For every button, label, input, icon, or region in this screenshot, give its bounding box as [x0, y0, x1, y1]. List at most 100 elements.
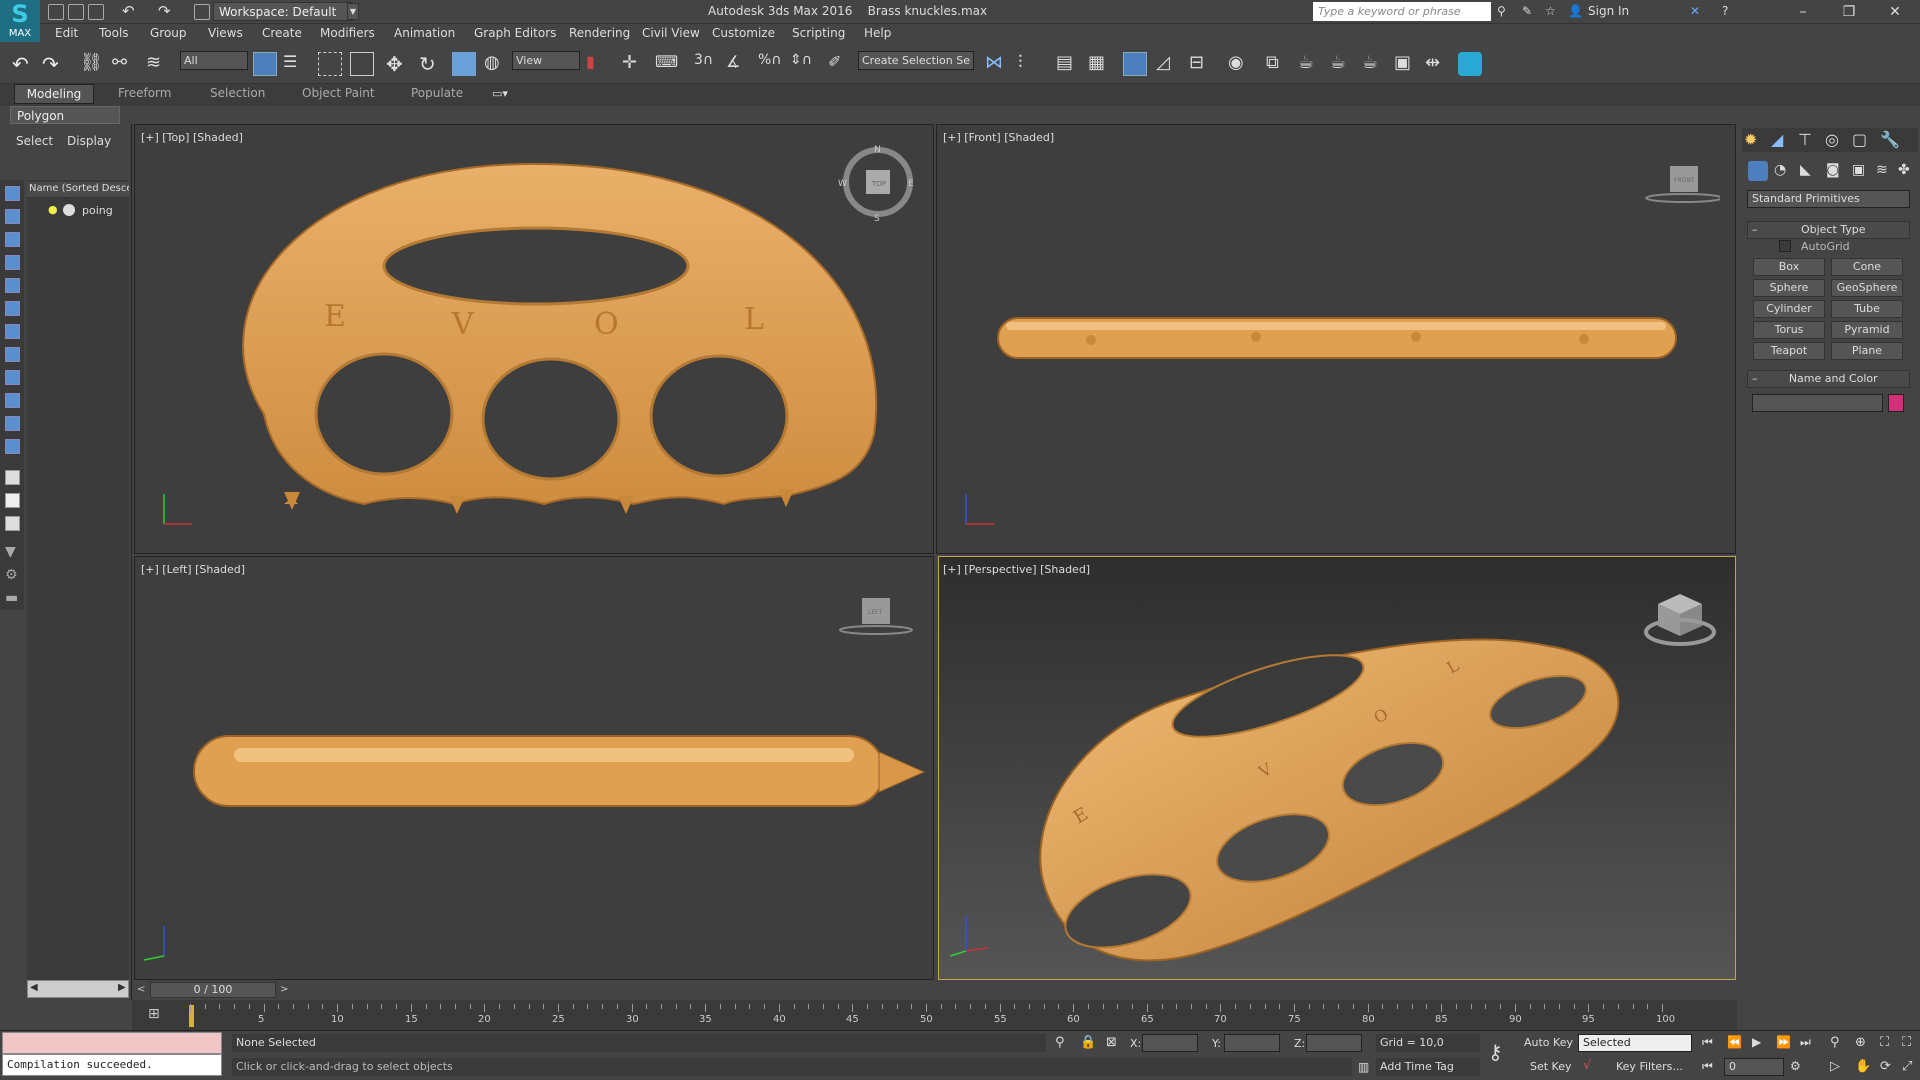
space-warps-category-icon[interactable]: ≋: [1876, 162, 1888, 178]
menu-edit[interactable]: Edit: [55, 26, 78, 40]
add-time-tag-button[interactable]: Add Time Tag: [1376, 1058, 1480, 1076]
rotate-icon[interactable]: ↻: [419, 52, 443, 76]
menu-scripting[interactable]: Scripting: [792, 26, 845, 40]
place-icon[interactable]: ◍: [484, 52, 508, 76]
torus-button[interactable]: Torus: [1753, 321, 1825, 339]
communication-center-icon[interactable]: ✎: [1522, 4, 1532, 18]
project-folder-icon[interactable]: [194, 4, 210, 20]
render-production-icon[interactable]: ☕: [1330, 52, 1354, 76]
mini-curve-editor-icon[interactable]: ⊞: [148, 1006, 160, 1022]
play-icon[interactable]: ▶: [1752, 1035, 1761, 1049]
display-geometry-icon[interactable]: [5, 186, 20, 201]
render-activeshade-icon[interactable]: ▣: [1394, 52, 1418, 76]
key-mode-dropdown[interactable]: Selected: [1578, 1034, 1692, 1052]
workspace-dropdown[interactable]: Workspace: Default: [213, 2, 353, 21]
display-containers-icon[interactable]: [5, 393, 20, 408]
tab-freeform[interactable]: Freeform: [118, 86, 171, 100]
maximize-viewport-icon[interactable]: ⤢: [1902, 1059, 1912, 1074]
redo-icon[interactable]: ↷: [158, 2, 171, 20]
set-key-button[interactable]: Set Key: [1530, 1060, 1572, 1073]
display-helpers-icon[interactable]: [5, 278, 20, 293]
systems-category-icon[interactable]: ✤: [1898, 162, 1910, 178]
motion-tab-icon[interactable]: ◎: [1825, 130, 1839, 149]
polygon-modeling-panel[interactable]: Polygon Modeling: [10, 106, 120, 137]
pan-view-icon[interactable]: ✋: [1855, 1059, 1871, 1074]
search-input[interactable]: Type a keyword or phrase: [1313, 2, 1491, 21]
y-coordinate-input[interactable]: [1224, 1034, 1280, 1052]
percent-snap-icon[interactable]: %∩: [758, 52, 782, 76]
utilities-tab-icon[interactable]: 🔧: [1880, 130, 1900, 149]
display-bones-icon[interactable]: [5, 370, 20, 385]
object-color-swatch[interactable]: [1888, 394, 1904, 412]
spinner-snap-icon[interactable]: ⇕∩: [790, 52, 814, 76]
primitive-category-dropdown[interactable]: Standard Primitives: [1747, 190, 1910, 208]
menu-customize[interactable]: Customize: [712, 26, 775, 40]
favorites-star-icon[interactable]: ☆: [1545, 4, 1556, 18]
maxscript-listener-input[interactable]: [2, 1032, 222, 1054]
exchange-apps-icon[interactable]: ✕: [1690, 4, 1700, 18]
rectangular-selection-icon[interactable]: [318, 52, 342, 76]
zoom-icon[interactable]: ⚲: [1830, 1035, 1840, 1050]
time-slider-next-icon[interactable]: >: [280, 984, 288, 995]
set-key-mode-icon[interactable]: ⚷: [1488, 1040, 1503, 1064]
display-tab-icon[interactable]: ▢: [1852, 130, 1867, 149]
new-file-icon[interactable]: [48, 4, 64, 20]
plane-button[interactable]: Plane: [1831, 342, 1903, 360]
select-manipulate-icon[interactable]: ✛: [622, 52, 646, 76]
cylinder-button[interactable]: Cylinder: [1753, 300, 1825, 318]
key-mode-toggle-icon[interactable]: ⏮: [1702, 1059, 1713, 1074]
time-slider[interactable]: [132, 980, 1737, 1000]
bind-space-warp-icon[interactable]: ≋: [146, 52, 170, 76]
previous-frame-icon[interactable]: ⏪: [1727, 1035, 1742, 1049]
menu-modifiers[interactable]: Modifiers: [320, 26, 375, 40]
curve-editor-icon[interactable]: ◿: [1156, 52, 1180, 76]
save-file-icon[interactable]: [88, 4, 104, 20]
scene-explorer-toggle-icon[interactable]: [1123, 52, 1147, 76]
current-frame-input[interactable]: 0: [1724, 1058, 1784, 1076]
undo-icon[interactable]: ↶: [122, 2, 135, 20]
angle-snap-icon[interactable]: ∡: [726, 52, 750, 76]
object-type-rollout[interactable]: – Object Type: [1747, 221, 1910, 239]
viewcube-front[interactable]: FRONT: [1640, 160, 1720, 210]
minimize-button[interactable]: –: [1780, 0, 1826, 24]
name-column-header[interactable]: Name (Sorted Desce: [27, 182, 129, 198]
pivot-center-icon[interactable]: ▮: [586, 52, 610, 76]
menu-rendering[interactable]: Rendering: [569, 26, 630, 40]
display-invert-icon[interactable]: [5, 516, 20, 531]
object-name-input[interactable]: [1752, 394, 1883, 412]
teapot-button[interactable]: Teapot: [1753, 342, 1825, 360]
binoculars-icon[interactable]: ⚲: [1497, 4, 1506, 18]
hierarchy-tab-icon[interactable]: ⊤: [1798, 130, 1812, 149]
lights-category-icon[interactable]: ◣: [1800, 162, 1811, 178]
app-menu-button[interactable]: S MAX: [0, 0, 40, 42]
viewcube-perspective[interactable]: [1640, 588, 1720, 658]
cone-button[interactable]: Cone: [1831, 258, 1903, 276]
key-filters-button[interactable]: Key Filters...: [1616, 1060, 1683, 1073]
display-frozen-icon[interactable]: [5, 416, 20, 431]
render-iterative-icon[interactable]: ☕: [1362, 52, 1386, 76]
menu-civil-view[interactable]: Civil View: [642, 26, 700, 40]
edit-named-selection-icon[interactable]: ✐: [828, 52, 852, 76]
zoom-all-icon[interactable]: ⊕: [1855, 1035, 1866, 1050]
isolate-selection-icon[interactable]: ⚲: [1055, 1035, 1065, 1050]
layer-explorer-icon[interactable]: ▬: [5, 590, 18, 606]
menu-create[interactable]: Create: [262, 26, 302, 40]
cameras-category-icon[interactable]: ◙: [1826, 162, 1840, 178]
layer-manager-icon[interactable]: ▤: [1056, 52, 1080, 76]
render-in-cloud-icon[interactable]: ⇹: [1425, 52, 1449, 76]
window-crossing-icon[interactable]: [350, 52, 374, 76]
tab-selection[interactable]: Selection: [210, 86, 265, 100]
viewcube-left[interactable]: LEFT: [838, 592, 918, 642]
box-button[interactable]: Box: [1753, 258, 1825, 276]
time-tag-icon[interactable]: ▥: [1358, 1060, 1369, 1074]
a360-gallery-icon[interactable]: [1458, 52, 1482, 76]
display-none-icon[interactable]: [5, 493, 20, 508]
display-xrefs-icon[interactable]: [5, 347, 20, 362]
select-object-icon[interactable]: [253, 52, 277, 76]
viewcube-top[interactable]: TOP N E S W: [838, 144, 918, 224]
link-icon[interactable]: ⛓: [80, 52, 104, 76]
geometry-category-icon[interactable]: [1748, 161, 1768, 181]
create-tab-icon[interactable]: ✹: [1744, 130, 1757, 149]
absolute-mode-icon[interactable]: ⊠: [1106, 1035, 1117, 1050]
chevron-down-icon[interactable]: ▼: [347, 3, 359, 20]
